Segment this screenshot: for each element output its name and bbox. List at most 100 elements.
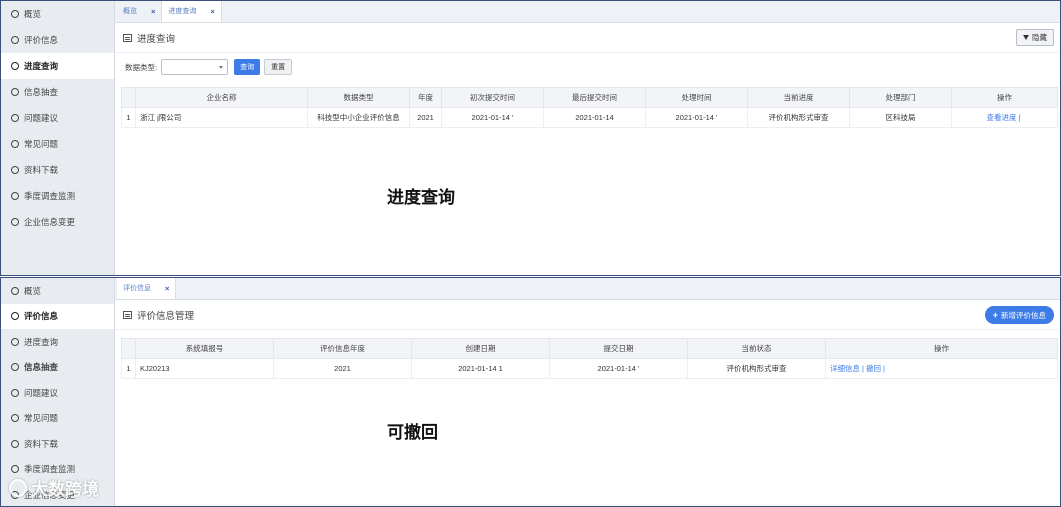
circle-icon [11, 465, 19, 474]
action-separator: | [882, 364, 885, 373]
circle-icon [11, 62, 19, 70]
sidebar-item-label: 常见问题 [24, 139, 59, 149]
circle-icon [11, 88, 19, 96]
sidebar-item-company-change[interactable]: 企业信息变更 [1, 209, 114, 235]
evaluation-year: 2021 [273, 358, 412, 379]
sidebar-item-faq[interactable]: 常见问题 [1, 131, 114, 157]
circle-icon [11, 337, 19, 346]
tab-label: 概览 [123, 8, 137, 15]
sidebar-item-downloads[interactable]: 资料下载 [1, 157, 114, 183]
column-header: 操作 [825, 338, 1058, 359]
tab-overview[interactable]: 概览 × [117, 1, 163, 22]
sidebar-item-spot-check[interactable]: 信息抽查 [1, 355, 114, 381]
column-header: 数据类型 [307, 87, 410, 108]
last-submit-time: 2021-01-14 [543, 107, 646, 128]
watermark-text: 大数跨境 [31, 480, 99, 499]
column-header [121, 87, 136, 108]
main-content: 概览 × 进度查询 × 进度查询 隐藏 数据类型: 查询 重置 企业名称 数据类型 … [115, 1, 1060, 275]
tab-bar: 概览 × 进度查询 × [115, 1, 1060, 23]
evaluation-table: 系统填报号 评价信息年度 创建日期 提交日期 当前状态 操作 1 KJ20213… [121, 338, 1058, 379]
tab-label: 评价信息 [123, 285, 151, 292]
column-header: 年度 [409, 87, 442, 108]
circle-icon [11, 363, 19, 372]
current-progress: 评价机构形式审查 [747, 107, 850, 128]
table-header-row: 系统填报号 评价信息年度 创建日期 提交日期 当前状态 操作 [121, 338, 1058, 359]
sidebar-item-label: 评价信息 [24, 311, 59, 322]
column-header: 企业名称 [135, 87, 308, 108]
view-progress-link[interactable]: 查看进度 [987, 113, 1017, 122]
close-icon[interactable]: × [151, 7, 155, 16]
sidebar-item-overview[interactable]: 概览 [1, 278, 114, 304]
main-content: 评价信息 × 评价信息管理 + 新增评价信息 系统填报号 评价信息年度 创建日期 提… [115, 278, 1060, 506]
sidebar-item-label: 信息抽查 [24, 87, 59, 97]
sidebar-item-spot-check[interactable]: 信息抽查 [1, 79, 114, 105]
sidebar-item-suggestions[interactable]: 问题建议 [1, 105, 114, 131]
column-header: 当前状态 [687, 338, 826, 359]
column-header: 最后提交时间 [543, 87, 646, 108]
circle-icon [11, 414, 19, 423]
submitted-date: 2021-01-14 ' [549, 358, 688, 379]
sidebar-item-label: 信息抽查 [24, 362, 59, 373]
row-index: 1 [121, 107, 136, 128]
sidebar-item-faq[interactable]: 常见问题 [1, 406, 114, 432]
column-header: 初次提交时间 [441, 87, 544, 108]
sidebar-item-label: 概览 [24, 285, 42, 296]
circle-icon [11, 10, 19, 18]
year: 2021 [409, 107, 442, 128]
sidebar-item-suggestions[interactable]: 问题建议 [1, 380, 114, 406]
sidebar-item-downloads[interactable]: 资料下载 [1, 431, 114, 457]
caption-withdrawable: 可撤回 [387, 423, 438, 442]
hide-button-label: 隐藏 [1032, 33, 1047, 42]
sidebar-item-overview[interactable]: 概览 [1, 1, 114, 27]
column-header: 系统填报号 [135, 338, 274, 359]
sidebar-item-label: 问题建议 [24, 113, 59, 123]
page-title: 进度查询 [137, 33, 176, 45]
circle-icon [11, 286, 19, 295]
caption-progress-query: 进度查询 [387, 188, 455, 207]
plus-icon: + [992, 310, 998, 320]
sidebar-item-progress[interactable]: 进度查询 [1, 329, 114, 355]
column-header: 处理部门 [849, 87, 952, 108]
tab-evaluation-info[interactable]: 评价信息 × [117, 278, 177, 299]
created-date: 2021-01-14 1 [411, 358, 550, 379]
add-button-label: 新增评价信息 [1001, 310, 1046, 320]
add-evaluation-button[interactable]: + 新增评价信息 [984, 306, 1054, 324]
sidebar-item-label: 常见问题 [24, 413, 59, 424]
hide-button[interactable]: 隐藏 [1016, 29, 1054, 46]
progress-query-panel: 概览 评价信息 进度查询 信息抽查 问题建议 常见问题 资料下载 季度调查监测 … [0, 0, 1061, 276]
circle-icon [11, 439, 19, 448]
company-name: 浙江 j限公司 [135, 107, 308, 128]
sidebar-item-progress[interactable]: 进度查询 [1, 53, 114, 79]
circle-icon [11, 114, 19, 122]
list-icon [123, 310, 132, 319]
detail-link[interactable]: 详细信息 [830, 364, 860, 373]
tab-bar: 评价信息 × [115, 278, 1060, 300]
sidebar-item-evaluation[interactable]: 评价信息 [1, 27, 114, 53]
sidebar-item-label: 进度查询 [24, 336, 59, 347]
close-icon[interactable]: × [210, 7, 214, 16]
data-type-select[interactable] [161, 59, 229, 75]
sidebar-item-label: 进度查询 [24, 61, 59, 71]
withdraw-link[interactable]: 撤回 [866, 364, 881, 373]
query-button[interactable]: 查询 [234, 59, 261, 75]
tab-progress-query[interactable]: 进度查询 × [162, 1, 222, 22]
watermark-logo-icon [9, 478, 27, 497]
action-separator: | [862, 364, 864, 373]
reset-button[interactable]: 重置 [264, 59, 293, 75]
first-submit-time: 2021-01-14 ' [441, 107, 544, 128]
watermark: 大数跨境 [9, 475, 99, 500]
actions-cell: 查看进度 | [951, 107, 1058, 128]
close-icon[interactable]: × [165, 284, 169, 293]
process-time: 2021-01-14 ' [645, 107, 748, 128]
circle-icon [11, 192, 19, 200]
sidebar: 概览 评价信息 进度查询 信息抽查 问题建议 常见问题 资料下载 季度调查监测 … [1, 1, 115, 275]
column-header: 评价信息年度 [273, 338, 412, 359]
sidebar-item-quarterly-survey[interactable]: 季度调查监测 [1, 183, 114, 209]
column-header: 当前进度 [747, 87, 850, 108]
sidebar-item-label: 季度调查监测 [24, 191, 76, 201]
sidebar-item-label: 季度调查监测 [24, 464, 76, 475]
circle-icon [11, 388, 19, 397]
actions-cell: 详细信息 | 撤回 | [825, 358, 1058, 379]
page-title: 评价信息管理 [137, 310, 195, 322]
sidebar-item-evaluation[interactable]: 评价信息 [1, 303, 114, 329]
